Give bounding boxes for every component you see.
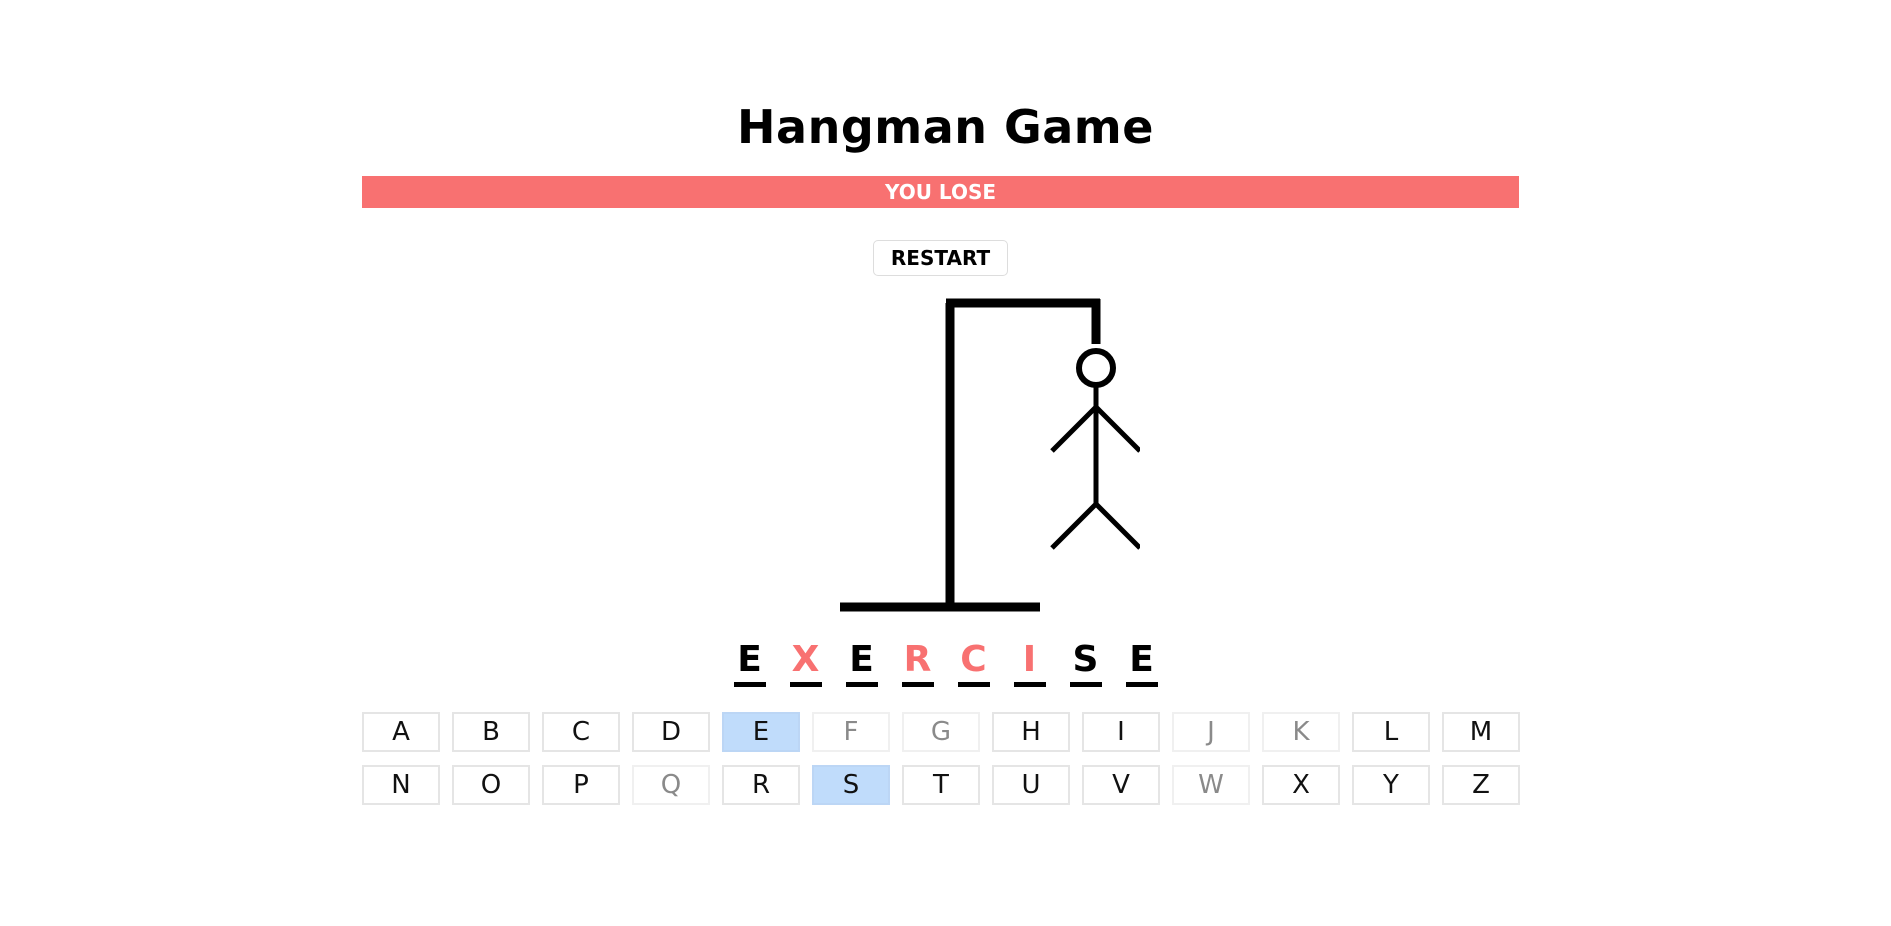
key-h[interactable]: H bbox=[992, 712, 1070, 752]
key-f[interactable]: F bbox=[812, 712, 890, 752]
hangman-left-leg bbox=[1050, 502, 1098, 550]
key-t[interactable]: T bbox=[902, 765, 980, 805]
page-title: Hangman Game bbox=[737, 100, 1154, 154]
key-x[interactable]: X bbox=[1262, 765, 1340, 805]
hangman-right-leg bbox=[1094, 502, 1140, 550]
key-u[interactable]: U bbox=[992, 765, 1070, 805]
word-letter: X bbox=[789, 638, 822, 687]
hangman-right-arm bbox=[1094, 405, 1140, 453]
key-m[interactable]: M bbox=[1442, 712, 1520, 752]
key-s[interactable]: S bbox=[812, 765, 890, 805]
key-y[interactable]: Y bbox=[1352, 765, 1430, 805]
hangman-head bbox=[1076, 348, 1116, 388]
key-c[interactable]: C bbox=[542, 712, 620, 752]
word-letter: S bbox=[1069, 638, 1102, 687]
key-p[interactable]: P bbox=[542, 765, 620, 805]
key-e[interactable]: E bbox=[722, 712, 800, 752]
key-j[interactable]: J bbox=[1172, 712, 1250, 752]
hangman-page: Hangman Game YOU LOSE RESTART EXERCISE A… bbox=[0, 0, 1891, 926]
restart-button[interactable]: RESTART bbox=[873, 240, 1008, 276]
key-r[interactable]: R bbox=[722, 765, 800, 805]
word-letter: R bbox=[901, 638, 934, 687]
key-q[interactable]: Q bbox=[632, 765, 710, 805]
hangman-left-arm bbox=[1050, 405, 1098, 453]
status-banner: YOU LOSE bbox=[362, 176, 1519, 208]
letter-keyboard: ABCDEFGHIJKLM NOPQRSTUVWXYZ bbox=[362, 712, 1520, 805]
key-l[interactable]: L bbox=[1352, 712, 1430, 752]
word-letter: C bbox=[957, 638, 990, 687]
word-letter: E bbox=[1125, 638, 1158, 687]
key-b[interactable]: B bbox=[452, 712, 530, 752]
word-letter: E bbox=[845, 638, 878, 687]
key-o[interactable]: O bbox=[452, 765, 530, 805]
key-g[interactable]: G bbox=[902, 712, 980, 752]
key-k[interactable]: K bbox=[1262, 712, 1340, 752]
word-letter: E bbox=[733, 638, 766, 687]
word-display: EXERCISE bbox=[0, 638, 1891, 687]
key-z[interactable]: Z bbox=[1442, 765, 1520, 805]
key-v[interactable]: V bbox=[1082, 765, 1160, 805]
key-a[interactable]: A bbox=[362, 712, 440, 752]
key-n[interactable]: N bbox=[362, 765, 440, 805]
key-w[interactable]: W bbox=[1172, 765, 1250, 805]
hangman-drawing bbox=[840, 298, 1140, 612]
key-i[interactable]: I bbox=[1082, 712, 1160, 752]
key-d[interactable]: D bbox=[632, 712, 710, 752]
word-letter: I bbox=[1013, 638, 1046, 687]
